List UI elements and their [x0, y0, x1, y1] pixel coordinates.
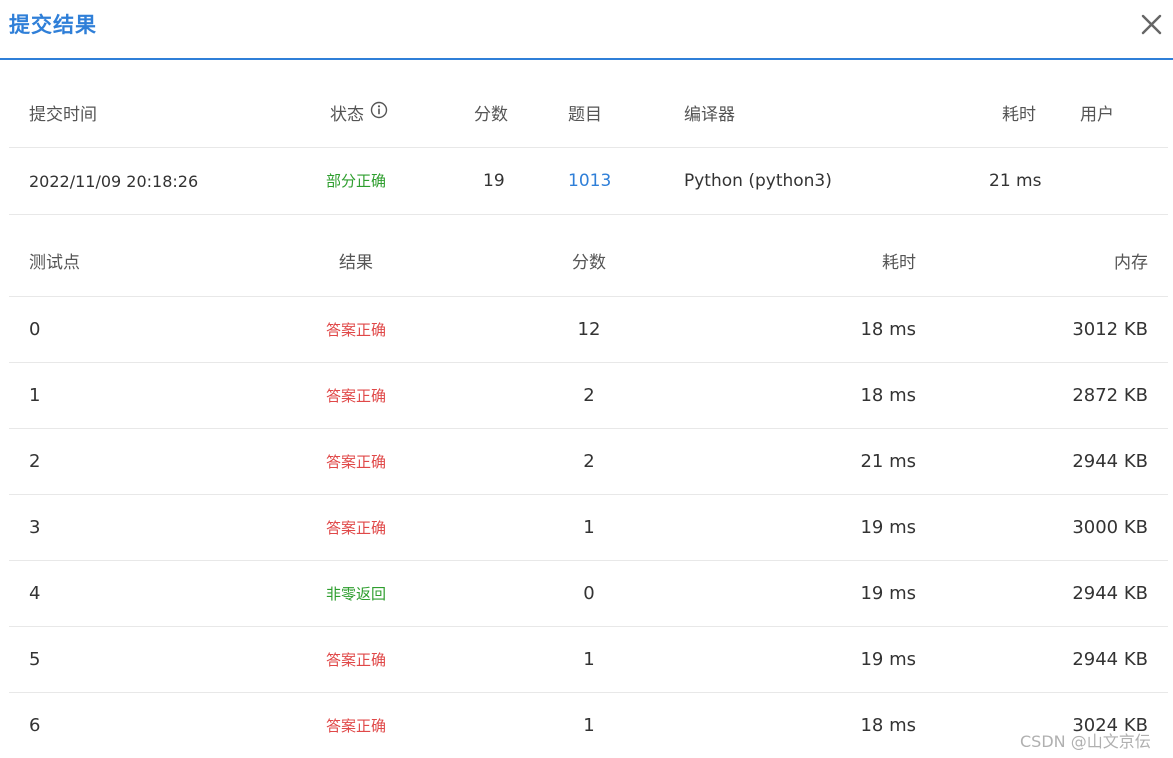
- compiler-value: Python (python3): [684, 171, 832, 191]
- header-status: 状态: [330, 82, 388, 148]
- test-memory: 2944 KB: [1072, 451, 1148, 472]
- status-badge: 部分正确: [326, 172, 387, 190]
- table-row: 2 答案正确 2 21 ms 2944 KB: [9, 429, 1168, 495]
- result-badge: 答案正确: [325, 453, 386, 471]
- test-elapsed: 18 ms: [860, 715, 916, 736]
- test-score: 1: [583, 517, 595, 538]
- problem-link[interactable]: 1013: [568, 148, 611, 215]
- test-elapsed: 18 ms: [860, 385, 916, 406]
- tests-header-row: 测试点 结果 分数 耗时 内存: [9, 215, 1168, 297]
- header-elapsed: 耗时: [1002, 105, 1036, 125]
- test-memory: 3012 KB: [1072, 319, 1148, 340]
- test-point: 3: [29, 517, 41, 538]
- result-badge: 答案正确: [325, 651, 386, 669]
- test-elapsed: 21 ms: [860, 451, 916, 472]
- test-point: 6: [29, 715, 41, 736]
- result-badge: 答案正确: [325, 387, 386, 405]
- close-icon: [1141, 14, 1162, 35]
- test-score: 2: [583, 451, 595, 472]
- result-badge: 非零返回: [325, 585, 386, 603]
- test-elapsed: 19 ms: [860, 583, 916, 604]
- test-memory: 2944 KB: [1072, 649, 1148, 670]
- summary-header-row: 提交时间 状态 分数 题目 编译器 耗时 用户: [9, 82, 1168, 148]
- result-badge: 答案正确: [325, 519, 386, 537]
- test-elapsed: 19 ms: [860, 649, 916, 670]
- test-points-table: 测试点 结果 分数 耗时 内存 0 答案正确 12 18 ms 3012 KB …: [9, 215, 1168, 758]
- table-row: 4 非零返回 0 19 ms 2944 KB: [9, 561, 1168, 627]
- test-point: 1: [29, 385, 41, 406]
- test-score: 1: [583, 715, 595, 736]
- test-score: 12: [577, 319, 601, 340]
- header-status-label: 状态: [330, 105, 364, 125]
- table-row: 5 答案正确 1 19 ms 2944 KB: [9, 627, 1168, 693]
- test-point: 0: [29, 319, 41, 340]
- test-elapsed: 18 ms: [860, 319, 916, 340]
- table-row: 0 答案正确 12 18 ms 3012 KB: [9, 297, 1168, 363]
- submit-time: 2022/11/09 20:18:26: [29, 172, 199, 191]
- summary-data-row: 2022/11/09 20:18:26 部分正确 19 1013 Python …: [9, 148, 1168, 215]
- dialog-header: 提交结果: [0, 0, 1173, 60]
- total-score: 19: [483, 171, 505, 191]
- result-badge: 答案正确: [325, 717, 386, 735]
- header-score: 分数: [474, 105, 508, 125]
- header-compiler: 编译器: [684, 105, 735, 125]
- elapsed-value: 21 ms: [989, 171, 1042, 191]
- test-memory: 2872 KB: [1072, 385, 1148, 406]
- csdn-watermark: CSDN @山文京伝: [1020, 732, 1151, 751]
- dialog-title: 提交结果: [9, 13, 97, 37]
- close-button[interactable]: [1138, 8, 1166, 40]
- header-user: 用户: [1080, 105, 1114, 125]
- table-row: 6 答案正确 1 18 ms 3024 KB: [9, 693, 1168, 758]
- submission-result-dialog: 提交结果 提交时间 状态 分数 题目 编译器 耗时 用户 2022/11/09 …: [0, 0, 1173, 758]
- test-memory: 2944 KB: [1072, 583, 1148, 604]
- test-point: 2: [29, 451, 41, 472]
- header-submit-time: 提交时间: [29, 105, 97, 125]
- table-row: 1 答案正确 2 18 ms 2872 KB: [9, 363, 1168, 429]
- table-row: 3 答案正确 1 19 ms 3000 KB: [9, 495, 1168, 561]
- test-score: 2: [583, 385, 595, 406]
- result-badge: 答案正确: [325, 321, 386, 339]
- test-elapsed: 19 ms: [860, 517, 916, 538]
- test-score: 1: [583, 649, 595, 670]
- info-icon[interactable]: [370, 81, 388, 147]
- test-memory: 3000 KB: [1072, 517, 1148, 538]
- submission-summary-table: 提交时间 状态 分数 题目 编译器 耗时 用户 2022/11/09 20:18…: [9, 82, 1168, 215]
- header-problem: 题目: [568, 105, 602, 125]
- test-score: 0: [583, 583, 595, 604]
- test-point: 5: [29, 649, 41, 670]
- test-point: 4: [29, 583, 41, 604]
